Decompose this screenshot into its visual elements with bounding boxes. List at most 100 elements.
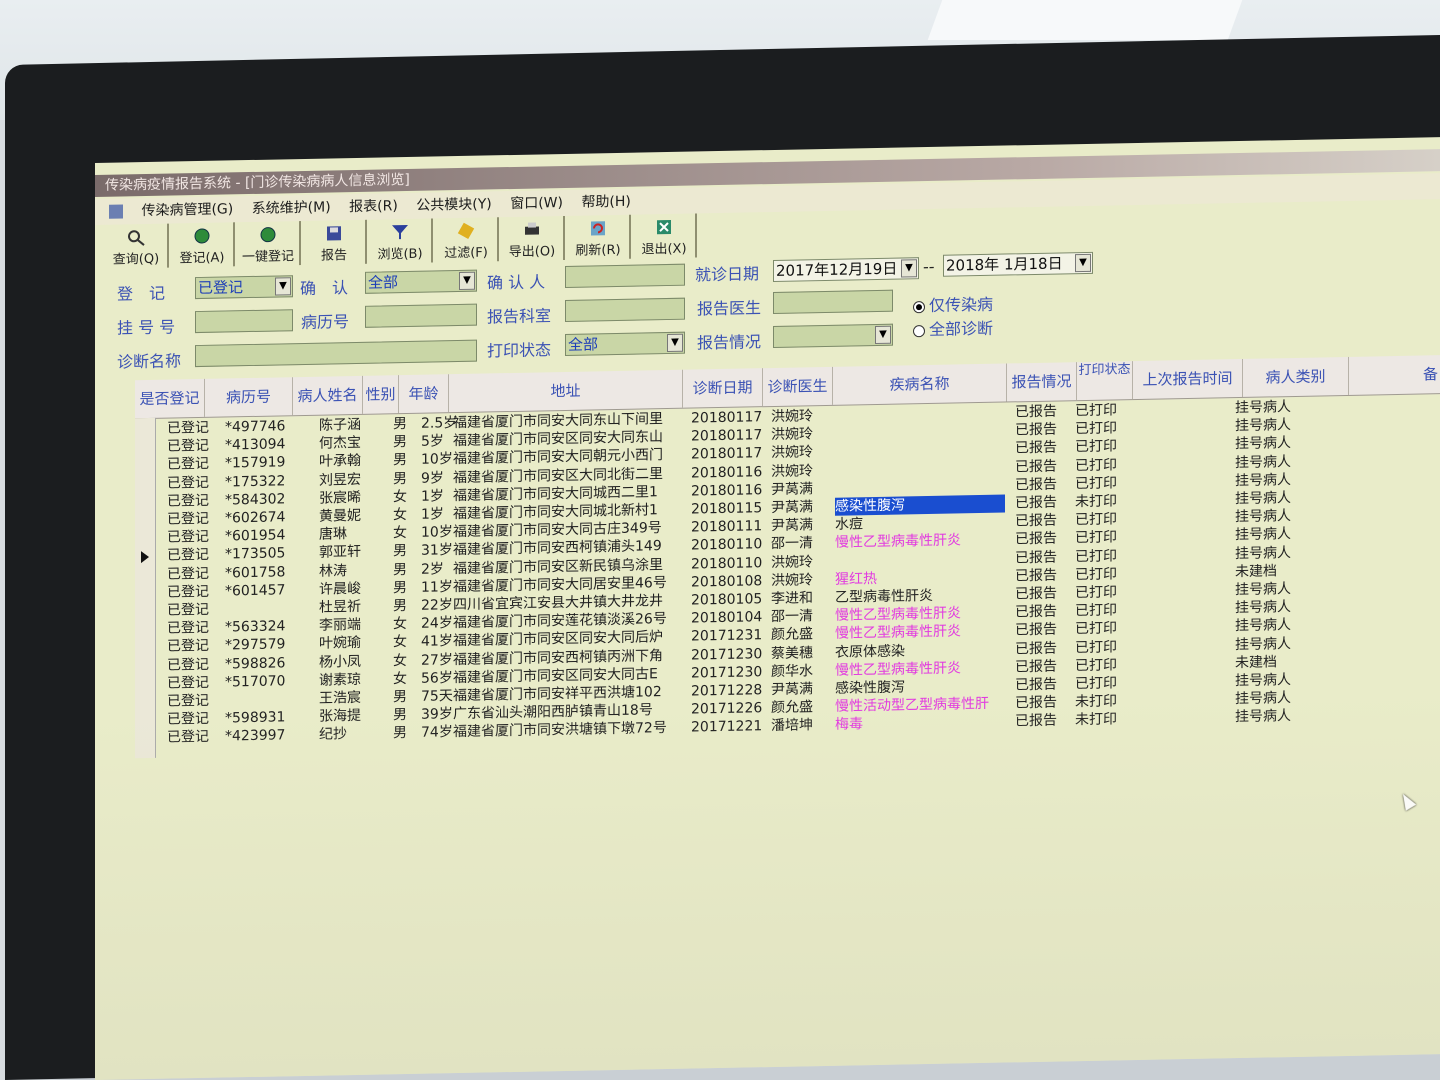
cell-name: 刘昱宏	[319, 471, 361, 489]
cell-diag-doctor: 邵一清	[771, 535, 813, 553]
confirmer-label: 确 认 人	[487, 272, 546, 293]
cell-sex: 女	[393, 488, 407, 506]
visit-date-from[interactable]: 2017年12月19日 ▼	[773, 257, 919, 282]
refresh-button[interactable]: 刷新(R)	[567, 214, 631, 260]
report-button[interactable]: 报告	[303, 219, 367, 266]
cell-print: 已打印	[1075, 638, 1117, 656]
col-age[interactable]: 年龄	[399, 374, 449, 414]
cell-diag-doctor: 尹莴满	[771, 499, 813, 517]
menu-report[interactable]: 报表(R)	[349, 193, 398, 220]
chevron-down-icon[interactable]: ▼	[667, 333, 683, 353]
visit-date-to[interactable]: 2018年 1月18日 ▼	[943, 251, 1093, 277]
cell-report: 已报告	[1015, 585, 1057, 603]
register-button[interactable]: 登记(A)	[171, 222, 235, 268]
cell-last-report	[1145, 399, 1245, 419]
radio-infectious-only[interactable]: 仅传染病	[913, 291, 993, 317]
reg-no-input[interactable]	[195, 309, 293, 334]
col-disease[interactable]: 疾病名称	[833, 363, 1007, 405]
disk-icon	[327, 226, 341, 241]
cell-record-no: *598826	[225, 654, 286, 673]
cell-diag-doctor: 邵一清	[771, 608, 813, 626]
cell-record-no: *598931	[225, 709, 286, 727]
register-select[interactable]: 已登记 ▼	[195, 275, 293, 300]
col-remark[interactable]: 备	[1349, 355, 1440, 395]
menu-system[interactable]: 系统维护(M)	[252, 194, 331, 222]
cell-sex: 男	[393, 689, 407, 706]
cell-record-no: *497746	[225, 418, 286, 436]
menu-common[interactable]: 公共模块(Y)	[416, 191, 491, 218]
cell-report: 已报告	[1015, 403, 1057, 421]
confirm-select[interactable]: 全部 ▼	[365, 269, 477, 294]
cell-name: 郭亚轩	[319, 544, 361, 562]
cell-last-report	[1145, 672, 1245, 692]
cell-name: 张宸晞	[319, 489, 361, 507]
cell-patient-type: 挂号病人	[1235, 471, 1291, 489]
cell-patient-type: 挂号病人	[1235, 672, 1291, 690]
cell-diag-date: 20180110	[691, 554, 763, 573]
print-select[interactable]: 全部 ▼	[565, 331, 685, 356]
cell-print: 已打印	[1075, 456, 1117, 474]
cell-diag-date: 20180111	[691, 518, 763, 536]
col-name[interactable]: 病人姓名	[293, 375, 363, 416]
cell-record-no: *584302	[225, 491, 286, 509]
col-patient-type[interactable]: 病人类别	[1243, 356, 1349, 397]
cell-patient-type: 挂号病人	[1235, 690, 1291, 708]
cell-report: 已报告	[1015, 530, 1057, 548]
cell-diag-doctor: 尹莴满	[771, 517, 813, 535]
cell-report: 已报告	[1015, 458, 1057, 475]
cell-sex: 男	[393, 561, 407, 578]
cell-patient-type: 挂号病人	[1235, 544, 1291, 562]
menu-window[interactable]: 窗口(W)	[510, 190, 563, 217]
radio-all-diagnoses[interactable]: 全部诊断	[913, 315, 993, 341]
dept-input[interactable]	[565, 297, 685, 322]
cell-record-no: *157919	[225, 454, 286, 472]
col-registered[interactable]: 是否登记	[135, 378, 205, 419]
menu-infectious[interactable]: 传染病管理(G)	[141, 196, 233, 224]
cell-print: 已打印	[1075, 420, 1117, 438]
cell-diag-date: 20180110	[691, 536, 763, 554]
col-address[interactable]: 地址	[449, 369, 683, 413]
row-selector	[135, 417, 156, 759]
cell-diag-doctor: 尹莴满	[771, 481, 813, 498]
query-button[interactable]: 查询(Q)	[105, 223, 169, 269]
filter-button[interactable]: 过滤(F)	[435, 217, 499, 263]
exit-button[interactable]: 退出(X)	[633, 213, 697, 259]
col-record-no[interactable]: 病历号	[205, 377, 293, 417]
confirmer-input[interactable]	[565, 263, 685, 288]
quick-register-button[interactable]: 一键登记	[237, 221, 301, 267]
cell-name: 唐琳	[319, 526, 347, 543]
cell-last-report	[1145, 545, 1245, 565]
cell-name: 陈子涵	[319, 416, 361, 434]
chevron-down-icon[interactable]: ▼	[875, 325, 891, 345]
globe-icon	[194, 228, 210, 244]
cell-diag-date: 20171221	[691, 718, 763, 736]
cell-diag-date: 20171228	[691, 682, 763, 700]
cell-diag-date: 20180117	[691, 409, 763, 427]
report-select[interactable]: ▼	[773, 323, 893, 348]
cell-patient-type: 挂号病人	[1235, 635, 1291, 653]
chevron-down-icon[interactable]: ▼	[1075, 253, 1091, 273]
cell-print: 已打印	[1075, 620, 1117, 638]
col-sex[interactable]: 性别	[363, 375, 399, 414]
col-last-report[interactable]: 上次报告时间	[1133, 358, 1243, 400]
cell-name: 林涛	[319, 562, 347, 580]
col-print[interactable]: 打印状态	[1077, 361, 1133, 401]
browse-button[interactable]: 浏览(B)	[369, 218, 433, 264]
col-diag-doctor[interactable]: 诊断医生	[763, 366, 833, 407]
chevron-down-icon[interactable]: ▼	[275, 277, 291, 296]
doctor-input[interactable]	[773, 289, 893, 314]
col-diag-date[interactable]: 诊断日期	[683, 368, 763, 408]
diag-input[interactable]	[195, 339, 477, 368]
cell-name: 何杰宝	[319, 435, 361, 452]
record-no-input[interactable]	[365, 303, 477, 328]
col-report[interactable]: 报告情况	[1007, 362, 1077, 402]
cell-sex: 女	[393, 634, 407, 651]
menu-help[interactable]: 帮助(H)	[581, 189, 630, 216]
cell-diag-date: 20180117	[691, 427, 763, 445]
chevron-down-icon[interactable]: ▼	[459, 271, 475, 291]
cell-last-report	[1145, 526, 1245, 546]
chevron-down-icon[interactable]: ▼	[901, 259, 917, 278]
export-button[interactable]: 导出(O)	[501, 215, 565, 262]
cell-record-no: *173505	[225, 545, 286, 563]
cell-report: 已报告	[1015, 549, 1057, 566]
